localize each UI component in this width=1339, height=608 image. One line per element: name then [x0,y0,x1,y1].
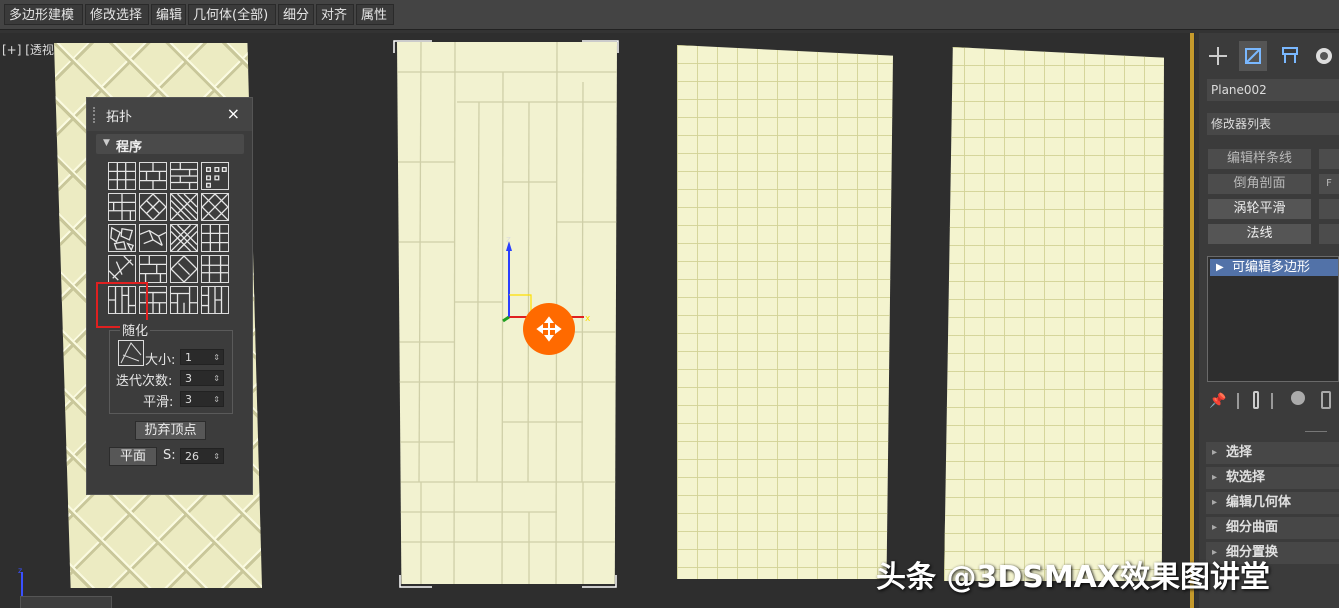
grid-plane-middle[interactable] [677,45,893,579]
modify-tab[interactable] [1239,41,1267,71]
pattern-diamond-cross-icon[interactable] [139,193,167,221]
command-panel-tabs [1199,41,1339,73]
modifier-button-extra-3[interactable] [1319,199,1339,219]
smooth-spinner[interactable]: 3 ⇕ [180,391,224,407]
rollout-soft-selection[interactable]: 软选择 [1206,467,1339,489]
collapse-arrow-icon: ▼ [103,138,110,148]
modifier-button-extra-2[interactable]: F [1319,174,1339,194]
iterations-spinner[interactable]: 3 ⇕ [180,370,224,386]
modifier-list-dropdown[interactable]: 修改器列表 [1207,113,1339,135]
turbosmooth-button[interactable]: 涡轮平滑 [1208,199,1311,219]
pattern-square-basket-icon[interactable] [201,224,229,252]
grid-plane-right[interactable] [944,47,1164,581]
modify-tab-icon [1245,48,1261,64]
remove-modifier-icon[interactable] [1291,391,1305,405]
pattern-diamond-line-icon[interactable] [170,255,198,283]
iterations-value: 3 [185,372,192,385]
rollout-selection[interactable]: 选择 [1206,442,1339,464]
modifier-button-extra-1[interactable] [1319,149,1339,169]
menu-polygon-modeling[interactable]: 多边形建模 [4,4,83,25]
create-tab-plus-icon[interactable] [1207,45,1229,67]
s-spinner[interactable]: 26 ⇕ [180,448,224,464]
modifier-stack: ▶ 可编辑多边形 [1207,256,1339,382]
pattern-random-cut-icon[interactable] [108,255,136,283]
show-end-result-icon[interactable] [1237,393,1239,409]
topology-panel-titlebar[interactable]: 拓扑 × [87,98,252,131]
command-panel: Plane002 修改器列表 编辑样条线 倒角剖面 F 涡轮平滑 法线 ▶ 可编… [1199,33,1339,608]
random-pattern-icon[interactable] [118,340,144,366]
expand-triangle-icon[interactable]: ▶ [1216,259,1224,276]
menu-properties[interactable]: 属性 [356,4,394,25]
procedure-section-title: 程序 [116,140,143,155]
pattern-diagonal-weave-icon[interactable] [170,193,198,221]
pattern-circle-tiles-icon[interactable] [201,162,229,190]
panel-divider [1305,431,1327,436]
smooth-label: 平滑: [143,395,174,410]
pattern-parquet-icon[interactable] [201,286,229,314]
pattern-cracked-slate-icon[interactable] [139,224,167,252]
iterations-label: 迭代次数: [116,374,173,389]
procedure-section-header[interactable]: ▼ 程序 [96,134,244,155]
pattern-stack-bond-icon[interactable] [108,193,136,221]
stack-item-label: 可编辑多边形 [1232,260,1311,275]
separator [1271,393,1273,409]
topology-panel-title: 拓扑 [106,110,133,125]
menu-geometry-all[interactable]: 几何体(全部) [188,4,276,25]
rollout-subdivision-surface[interactable]: 细分曲面 [1206,517,1339,539]
active-viewport-border [1190,33,1194,608]
size-label: 大小: [145,353,176,368]
pattern-grid-icon[interactable] [108,162,136,190]
pattern-running-bond-icon[interactable] [170,162,198,190]
topology-panel: 拓扑 × ▼ 程序 随化 大小: 1 ⇕ 迭代次数: 3 ⇕ 平滑: 3 ⇕ 扔弃顶点… [86,97,253,495]
drag-handle-icon[interactable] [93,107,99,123]
bevel-profile-button[interactable]: 倒角剖面 [1208,174,1311,194]
pattern-brick-offset-icon[interactable] [139,162,167,190]
rollout-edit-geometry[interactable]: 编辑几何体 [1206,492,1339,514]
object-name-field[interactable]: Plane002 [1207,79,1339,101]
hierarchy-tab-icon[interactable] [1279,45,1301,67]
s-label: S: [163,448,176,463]
motion-tab-icon[interactable] [1313,45,1335,67]
move-gizmo[interactable]: z x [496,233,596,363]
pattern-herringbone-icon[interactable] [170,224,198,252]
normal-button[interactable]: 法线 [1208,224,1311,244]
random-group-label: 随化 [120,320,151,339]
pin-stack-icon[interactable]: 📌 [1209,393,1226,409]
menu-align[interactable]: 对齐 [316,4,354,25]
svg-text:z: z [18,566,22,575]
menu-edit[interactable]: 编辑 [151,4,186,25]
plane-button[interactable]: 平面 [109,447,157,466]
pattern-stone-random-icon[interactable] [108,224,136,252]
smooth-value: 3 [185,393,192,406]
size-spinner[interactable]: 1 ⇕ [180,349,224,365]
discard-vertices-button[interactable]: 扔弃顶点 [135,421,206,440]
stack-item-editable-poly[interactable]: ▶ 可编辑多边形 [1210,259,1338,276]
make-unique-icon[interactable] [1253,391,1259,409]
stack-toolbar: 📌 [1207,391,1339,415]
modifier-button-extra-4[interactable] [1319,224,1339,244]
ribbon-menubar: 多边形建模 修改选择 编辑 几何体(全部) 细分 对齐 属性 [0,0,1339,30]
s-value: 26 [185,450,199,463]
svg-text:z: z [506,235,511,245]
configure-modifier-sets-icon[interactable] [1321,391,1331,409]
close-icon[interactable]: × [227,104,240,123]
pattern-diamond-x-icon[interactable] [201,193,229,221]
pattern-offset-plank-icon[interactable] [170,286,198,314]
pattern-ashlar-icon[interactable] [139,255,167,283]
size-value: 1 [185,351,192,364]
menu-modify-selection[interactable]: 修改选择 [85,4,149,25]
pattern-basket-weave-icon[interactable] [201,255,229,283]
menu-subdivision[interactable]: 细分 [278,4,314,25]
viewport-status-tab[interactable] [20,596,112,608]
svg-text:x: x [585,314,591,324]
watermark: 头条 @3DSMAX效果图讲堂 [876,560,1271,595]
edit-spline-button[interactable]: 编辑样条线 [1208,149,1311,169]
